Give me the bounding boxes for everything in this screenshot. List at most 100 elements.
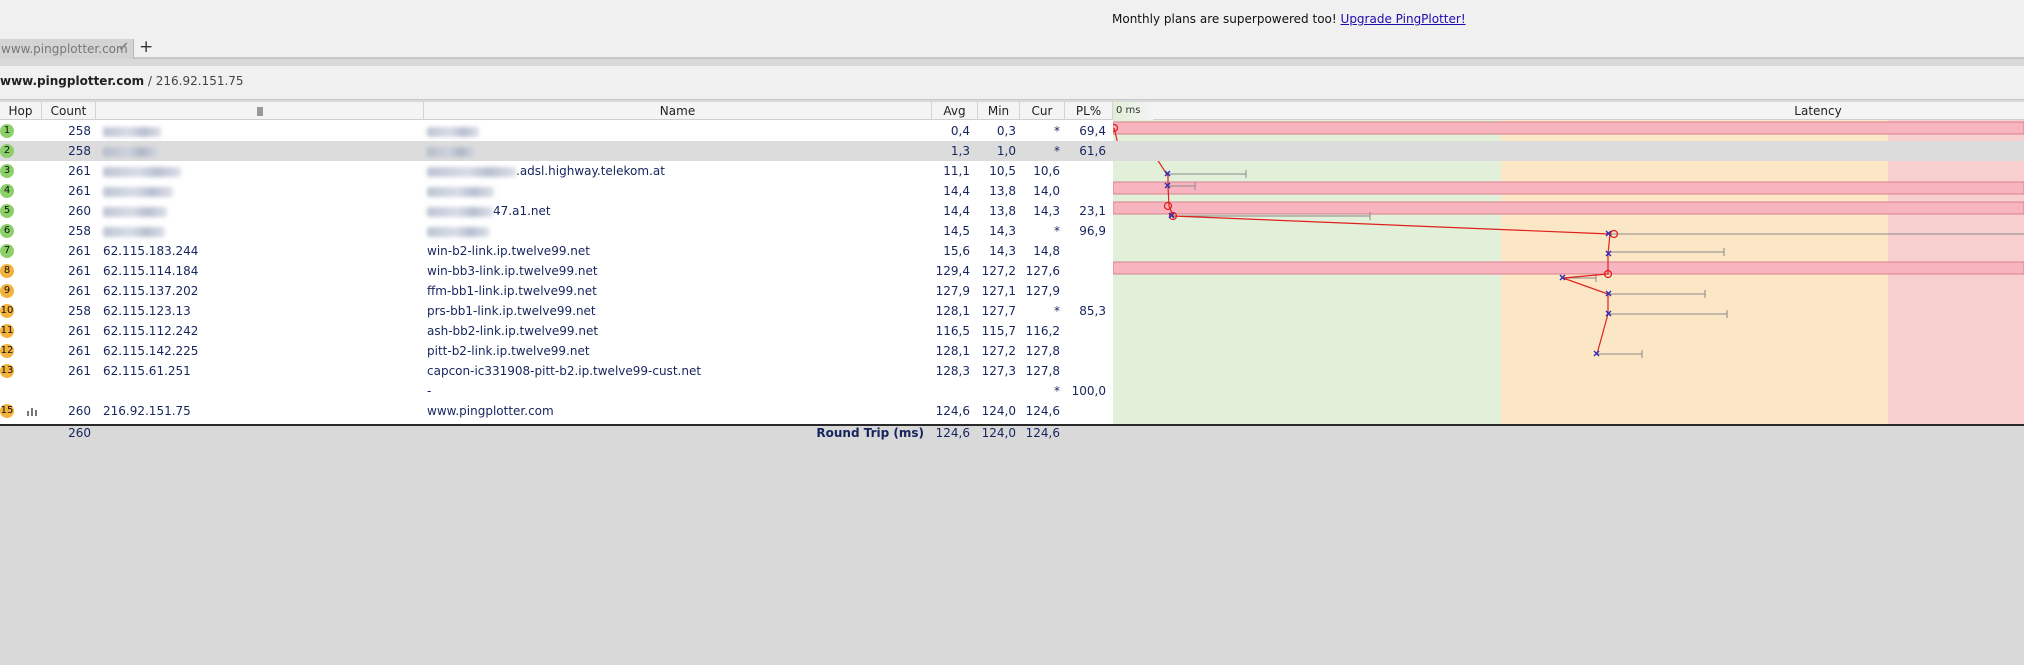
hop-cur: * xyxy=(1054,144,1060,158)
hop-ip-text: 62.115.137.202 xyxy=(103,284,199,298)
hop-name: pitt-b2-link.ip.twelve99.net xyxy=(427,341,927,361)
hop-row[interactable]: 12 261 62.115.142.225 pitt-b2-link.ip.twelv… xyxy=(0,341,2024,361)
hop-number-cell: 9 xyxy=(0,281,48,301)
hop-row[interactable]: - * 100,0 xyxy=(0,381,2024,401)
hop-packet-loss xyxy=(1066,181,1106,201)
hop-row[interactable]: 10 258 62.115.123.13 prs-bb1-link.ip.twelve… xyxy=(0,301,2024,321)
hop-number-cell: 4 xyxy=(0,181,48,201)
hop-name-text: pitt-b2-link.ip.twelve99.net xyxy=(427,344,590,358)
hop-status-badge: 13 xyxy=(0,364,14,378)
hop-count xyxy=(48,381,96,401)
hop-ip: 62.115.61.251 xyxy=(103,361,423,381)
hop-number-cell: 2 xyxy=(0,141,48,161)
hop-row[interactable]: 8 261 62.115.114.184 win-bb3-link.ip.twelve… xyxy=(0,261,2024,281)
summary-count: 260 xyxy=(68,426,91,440)
column-header-count[interactable]: Count xyxy=(42,102,96,120)
redacted-ip xyxy=(103,186,173,197)
hop-min: 0,3 xyxy=(996,124,1016,138)
hop-packet-loss xyxy=(1066,321,1106,341)
column-header-pl[interactable]: PL% xyxy=(1065,102,1113,120)
hop-ip-text: 216.92.151.75 xyxy=(103,404,191,418)
hop-name-text: www.pingplotter.com xyxy=(427,404,554,418)
hop-min: 124,0 xyxy=(981,404,1016,418)
hop-row[interactable]: 11 261 62.115.112.242 ash-bb2-link.ip.twelv… xyxy=(0,321,2024,341)
target-host: www.pingplotter.com xyxy=(0,74,145,88)
column-header-latency[interactable]: Latency xyxy=(1713,102,1923,120)
target-ip: 216.92.151.75 xyxy=(155,74,244,88)
column-header-cur[interactable]: Cur xyxy=(1020,102,1065,120)
redacted-ip xyxy=(103,146,158,157)
hop-avg: 128,3 xyxy=(935,364,970,378)
hop-row[interactable]: 4 261 14,4 13,8 14,0 xyxy=(0,181,2024,201)
hop-ip xyxy=(103,221,423,241)
redacted-name xyxy=(427,186,494,197)
hop-ip-text: 62.115.142.225 xyxy=(103,344,199,358)
hop-name: ash-bb2-link.ip.twelve99.net xyxy=(427,321,927,341)
hop-name-text: win-bb3-link.ip.twelve99.net xyxy=(427,264,598,278)
hop-name-text: - xyxy=(427,384,432,398)
hop-row[interactable]: 9 261 62.115.137.202 ffm-bb1-link.ip.twelve… xyxy=(0,281,2024,301)
redacted-name xyxy=(427,166,516,177)
column-header-min[interactable]: Min xyxy=(978,102,1020,120)
hop-packet-loss: 85,3 xyxy=(1079,304,1106,318)
hop-row[interactable]: 6 258 14,5 14,3 * 96,9 xyxy=(0,221,2024,241)
hop-avg: 11,1 xyxy=(943,164,970,178)
hop-min: 127,2 xyxy=(981,264,1016,278)
hop-row[interactable]: 2 258 1,3 1,0 * 61,6 xyxy=(0,141,2024,161)
round-trip-summary: 260 Round Trip (ms) 124,6 124,0 124,6 xyxy=(0,424,2024,440)
promo-text: Monthly plans are superpowered too! Upgr… xyxy=(1112,12,1466,26)
hop-cur: 127,8 xyxy=(1025,364,1060,378)
hop-packet-loss xyxy=(1066,161,1106,181)
hop-ip: 62.115.123.13 xyxy=(103,301,423,321)
hop-ip: 62.115.183.244 xyxy=(103,241,423,261)
hop-number-cell: 13 xyxy=(0,361,48,381)
hop-number-cell: 15 xyxy=(0,401,48,421)
hop-packet-loss xyxy=(1066,341,1106,361)
hop-row[interactable]: 1 258 0,4 0,3 * 69,4 xyxy=(0,121,2024,141)
hop-packet-loss xyxy=(1066,261,1106,281)
hop-min xyxy=(980,381,1016,401)
redacted-name xyxy=(427,146,475,157)
hop-row[interactable]: 7 261 62.115.183.244 win-b2-link.ip.twelve9… xyxy=(0,241,2024,261)
round-trip-label: Round Trip (ms) xyxy=(816,426,924,440)
column-header-avg[interactable]: Avg xyxy=(932,102,978,120)
summary-avg: 124,6 xyxy=(935,426,970,440)
redacted-ip xyxy=(103,226,165,237)
hop-cur: 14,0 xyxy=(1033,184,1060,198)
hop-min: 14,3 xyxy=(989,224,1016,238)
hop-row[interactable]: 3 261 .adsl.highway.telekom.at 11,1 10,5 10,6 xyxy=(0,161,2024,181)
hop-number-cell: 5 xyxy=(0,201,48,221)
hop-min: 13,8 xyxy=(989,204,1016,218)
promo-banner: Monthly plans are superpowered too! Upgr… xyxy=(0,0,2024,38)
hop-status-badge: 10 xyxy=(0,304,14,318)
hop-ip xyxy=(103,141,423,161)
hop-name: www.pingplotter.com xyxy=(427,401,927,421)
hop-row[interactable]: 5 260 47.a1.net 14,4 13,8 14,3 23,1 xyxy=(0,201,2024,221)
tab-target[interactable]: www.pingplotter.com ✔ xyxy=(0,39,134,59)
hop-avg: 14,4 xyxy=(943,184,970,198)
hop-row[interactable]: 15 260 216.92.151.75 www.pingplotter.com 124… xyxy=(0,401,2024,421)
hop-count: 260 xyxy=(68,404,91,418)
hop-row[interactable]: 13 261 62.115.61.251 capcon-ic331908-pitt-b… xyxy=(0,361,2024,381)
hop-name-text: capcon-ic331908-pitt-b2.ip.twelve99-cust… xyxy=(427,364,702,378)
hop-min: 127,3 xyxy=(981,364,1016,378)
redacted-ip xyxy=(103,166,181,177)
summary-min: 124,0 xyxy=(981,426,1016,440)
hop-cur: * xyxy=(1054,124,1060,138)
hop-status-badge: 11 xyxy=(0,324,14,338)
column-header-hop[interactable]: Hop xyxy=(0,102,42,120)
hop-count: 258 xyxy=(68,144,91,158)
hop-name: win-bb3-link.ip.twelve99.net xyxy=(427,261,927,281)
bar-chart-icon[interactable] xyxy=(27,406,39,416)
hop-ip xyxy=(103,181,423,201)
column-header-name[interactable]: Name xyxy=(424,102,932,120)
hop-count: 261 xyxy=(68,324,91,338)
hop-ip-text: 62.115.183.244 xyxy=(103,244,199,258)
hop-cur: 116,2 xyxy=(1025,324,1060,338)
hop-name xyxy=(427,141,927,161)
plus-icon[interactable]: + xyxy=(139,38,153,57)
hop-packet-loss: 69,4 xyxy=(1079,124,1106,138)
hop-name-text: win-b2-link.ip.twelve99.net xyxy=(427,244,590,258)
column-header-ip[interactable] xyxy=(96,102,424,120)
upgrade-link[interactable]: Upgrade PingPlotter! xyxy=(1341,12,1466,26)
